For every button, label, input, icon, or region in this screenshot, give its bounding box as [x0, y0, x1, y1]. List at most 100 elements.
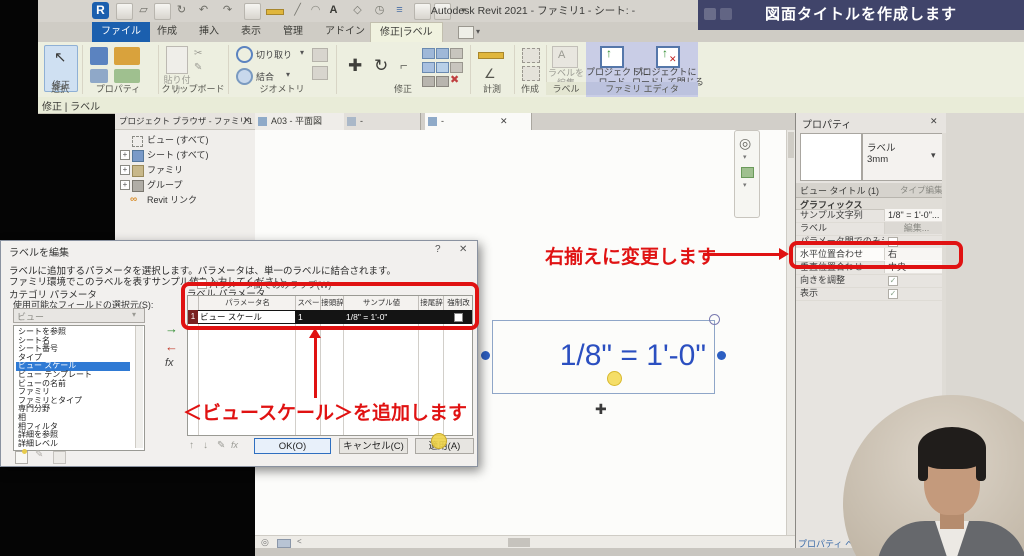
right-handle[interactable]	[717, 351, 726, 360]
tab-create[interactable]: 作成	[148, 22, 186, 42]
line-icon[interactable]: ╱	[290, 3, 305, 18]
cut-small-icon[interactable]: ✂	[194, 48, 202, 59]
help-icon[interactable]: ?	[435, 244, 441, 255]
add-parameter-arrow[interactable]: →	[165, 321, 178, 336]
caret-down-icon[interactable]: ▾	[286, 70, 290, 79]
measure-icon[interactable]	[266, 9, 284, 15]
properties-panel-label[interactable]: プロパティ	[82, 82, 154, 95]
create-group-icon[interactable]	[522, 48, 540, 63]
sync-icon[interactable]: ↻	[174, 3, 189, 18]
redo-icon[interactable]: ↷	[220, 3, 235, 18]
match-type-icon[interactable]: ✎	[194, 62, 202, 73]
caret-down-icon[interactable]: ▾	[300, 48, 304, 57]
prop-row-label[interactable]: ラベル 編集...	[796, 222, 942, 236]
label-selection-box[interactable]: 1/8" = 1'-0"	[492, 320, 715, 394]
prop-row-keep-readable[interactable]: 向きを調整 ✓	[796, 274, 942, 288]
source-select[interactable]: ビュー ▾	[13, 308, 145, 323]
tab-file[interactable]: ファイル	[92, 22, 150, 42]
type-selector[interactable]: ラベル 3mm ▾	[862, 133, 944, 181]
list-scrollbar[interactable]	[135, 326, 143, 448]
family-category-icon[interactable]	[90, 69, 108, 83]
prop-row-visible[interactable]: 表示 ✓	[796, 287, 942, 301]
close-icon[interactable]: ✕	[930, 116, 938, 127]
expand-icon[interactable]: +	[120, 150, 130, 160]
pan-icon[interactable]: ◎	[261, 537, 269, 548]
label-panel-label[interactable]: ラベル	[546, 82, 586, 95]
print-icon[interactable]	[244, 3, 261, 20]
project-browser-header[interactable]: プロジェクト ブラウザ - ファミリ1 ✕	[115, 113, 255, 130]
modify-panel-label[interactable]: 修正	[336, 82, 470, 95]
aligned-dimension-icon[interactable]	[478, 52, 504, 59]
create-panel-label[interactable]: 作成	[514, 82, 546, 95]
clipboard-panel-label[interactable]: クリップボード	[158, 82, 228, 95]
tab-addins[interactable]: アドイン	[316, 22, 374, 42]
new-parameter-icon[interactable]	[15, 451, 28, 464]
cut-geometry-icon[interactable]	[236, 46, 253, 63]
left-handle[interactable]	[481, 351, 490, 360]
scroll-left-icon[interactable]: <	[297, 537, 302, 546]
steering-wheel-icon[interactable]: ◎	[739, 135, 751, 152]
move-icon[interactable]: ✚	[348, 56, 362, 76]
edit-row-icon[interactable]: ✎	[217, 440, 225, 451]
undo-icon[interactable]: ↶	[196, 3, 211, 18]
tab-modify-label-active[interactable]: 修正|ラベル	[370, 22, 443, 43]
field-option[interactable]: 詳細レベル	[16, 440, 130, 449]
caret-down-icon[interactable]: ▾	[931, 150, 936, 161]
copy-icon[interactable]	[436, 48, 449, 59]
load-close-line1[interactable]: プロジェクトに	[632, 67, 698, 77]
tab-manage[interactable]: 管理	[274, 22, 312, 42]
family-editor-panel-label[interactable]: ファミリ エディタ	[586, 82, 698, 95]
rotate-handle[interactable]	[709, 314, 720, 325]
view-tab-2[interactable]: -	[344, 113, 421, 130]
mirror-icon[interactable]	[422, 48, 435, 59]
caret-down-icon[interactable]: ▾	[476, 27, 480, 36]
split-icon[interactable]	[450, 62, 463, 73]
modify-indicator-icon[interactable]	[458, 26, 474, 39]
properties-icon[interactable]	[90, 47, 108, 65]
array-icon[interactable]	[422, 62, 435, 73]
field-option[interactable]: 専門分野	[16, 405, 130, 414]
remove-parameter-arrow[interactable]: ←	[165, 339, 178, 354]
select-panel-label[interactable]: 選択	[38, 82, 82, 95]
prop-row-sample-text[interactable]: サンプル文字列 1/8" = 1'-0"...	[796, 209, 942, 223]
demolish-icon[interactable]	[312, 66, 328, 80]
load-close-project-icon[interactable]: ↑ ✕	[656, 46, 680, 68]
text-icon[interactable]: A	[326, 3, 341, 18]
scale-icon[interactable]	[436, 62, 449, 73]
cut-geometry-label[interactable]: 切り取り	[256, 48, 292, 61]
save-icon[interactable]	[154, 3, 171, 20]
tab-view[interactable]: 表示	[232, 22, 270, 42]
load-line1[interactable]: プロジェクトに	[586, 67, 638, 77]
cancel-button[interactable]: キャンセル(C)	[339, 438, 408, 454]
close-icon[interactable]: ✕	[459, 244, 467, 255]
edit-button[interactable]: 編集...	[884, 222, 945, 234]
new-window-icon[interactable]	[116, 3, 133, 20]
paste-icon[interactable]	[166, 46, 188, 74]
load-project-icon[interactable]: ↑	[600, 46, 624, 68]
offset-icon[interactable]: ⌐	[400, 58, 408, 73]
paint-icon[interactable]	[312, 48, 328, 62]
view3d-icon[interactable]: ◇	[350, 3, 365, 18]
screen-icon[interactable]	[277, 539, 291, 548]
revit-logo-icon[interactable]: R	[92, 2, 109, 19]
row-formula-icon[interactable]: fx	[231, 440, 238, 450]
measure-angle-icon[interactable]: ∠	[484, 66, 496, 82]
family-types-icon[interactable]	[114, 47, 140, 65]
caret-down-icon[interactable]: ▾	[743, 181, 747, 189]
hscroll-thumb[interactable]	[508, 538, 530, 547]
scrollbar-thumb[interactable]	[788, 132, 794, 158]
close-icon[interactable]: ✕	[243, 115, 251, 126]
drag-point-highlight[interactable]	[607, 371, 622, 386]
expand-icon[interactable]: +	[120, 165, 130, 175]
trim-icon[interactable]	[450, 48, 463, 59]
edit-parameter-icon[interactable]: ✎	[35, 449, 43, 460]
checkbox[interactable]: ✓	[888, 276, 898, 286]
create-similar-icon[interactable]	[522, 66, 540, 81]
prop-value[interactable]: 1/8" = 1'-0"...	[884, 209, 945, 221]
tab-insert[interactable]: 挿入	[190, 22, 228, 42]
checkbox[interactable]: ✓	[888, 289, 898, 299]
zoom-region-icon[interactable]	[741, 167, 754, 178]
close-icon[interactable]: ✕	[500, 113, 508, 130]
ok-button[interactable]: OK(O)	[254, 438, 331, 454]
move-row-up-icon[interactable]: ↑	[189, 440, 194, 451]
